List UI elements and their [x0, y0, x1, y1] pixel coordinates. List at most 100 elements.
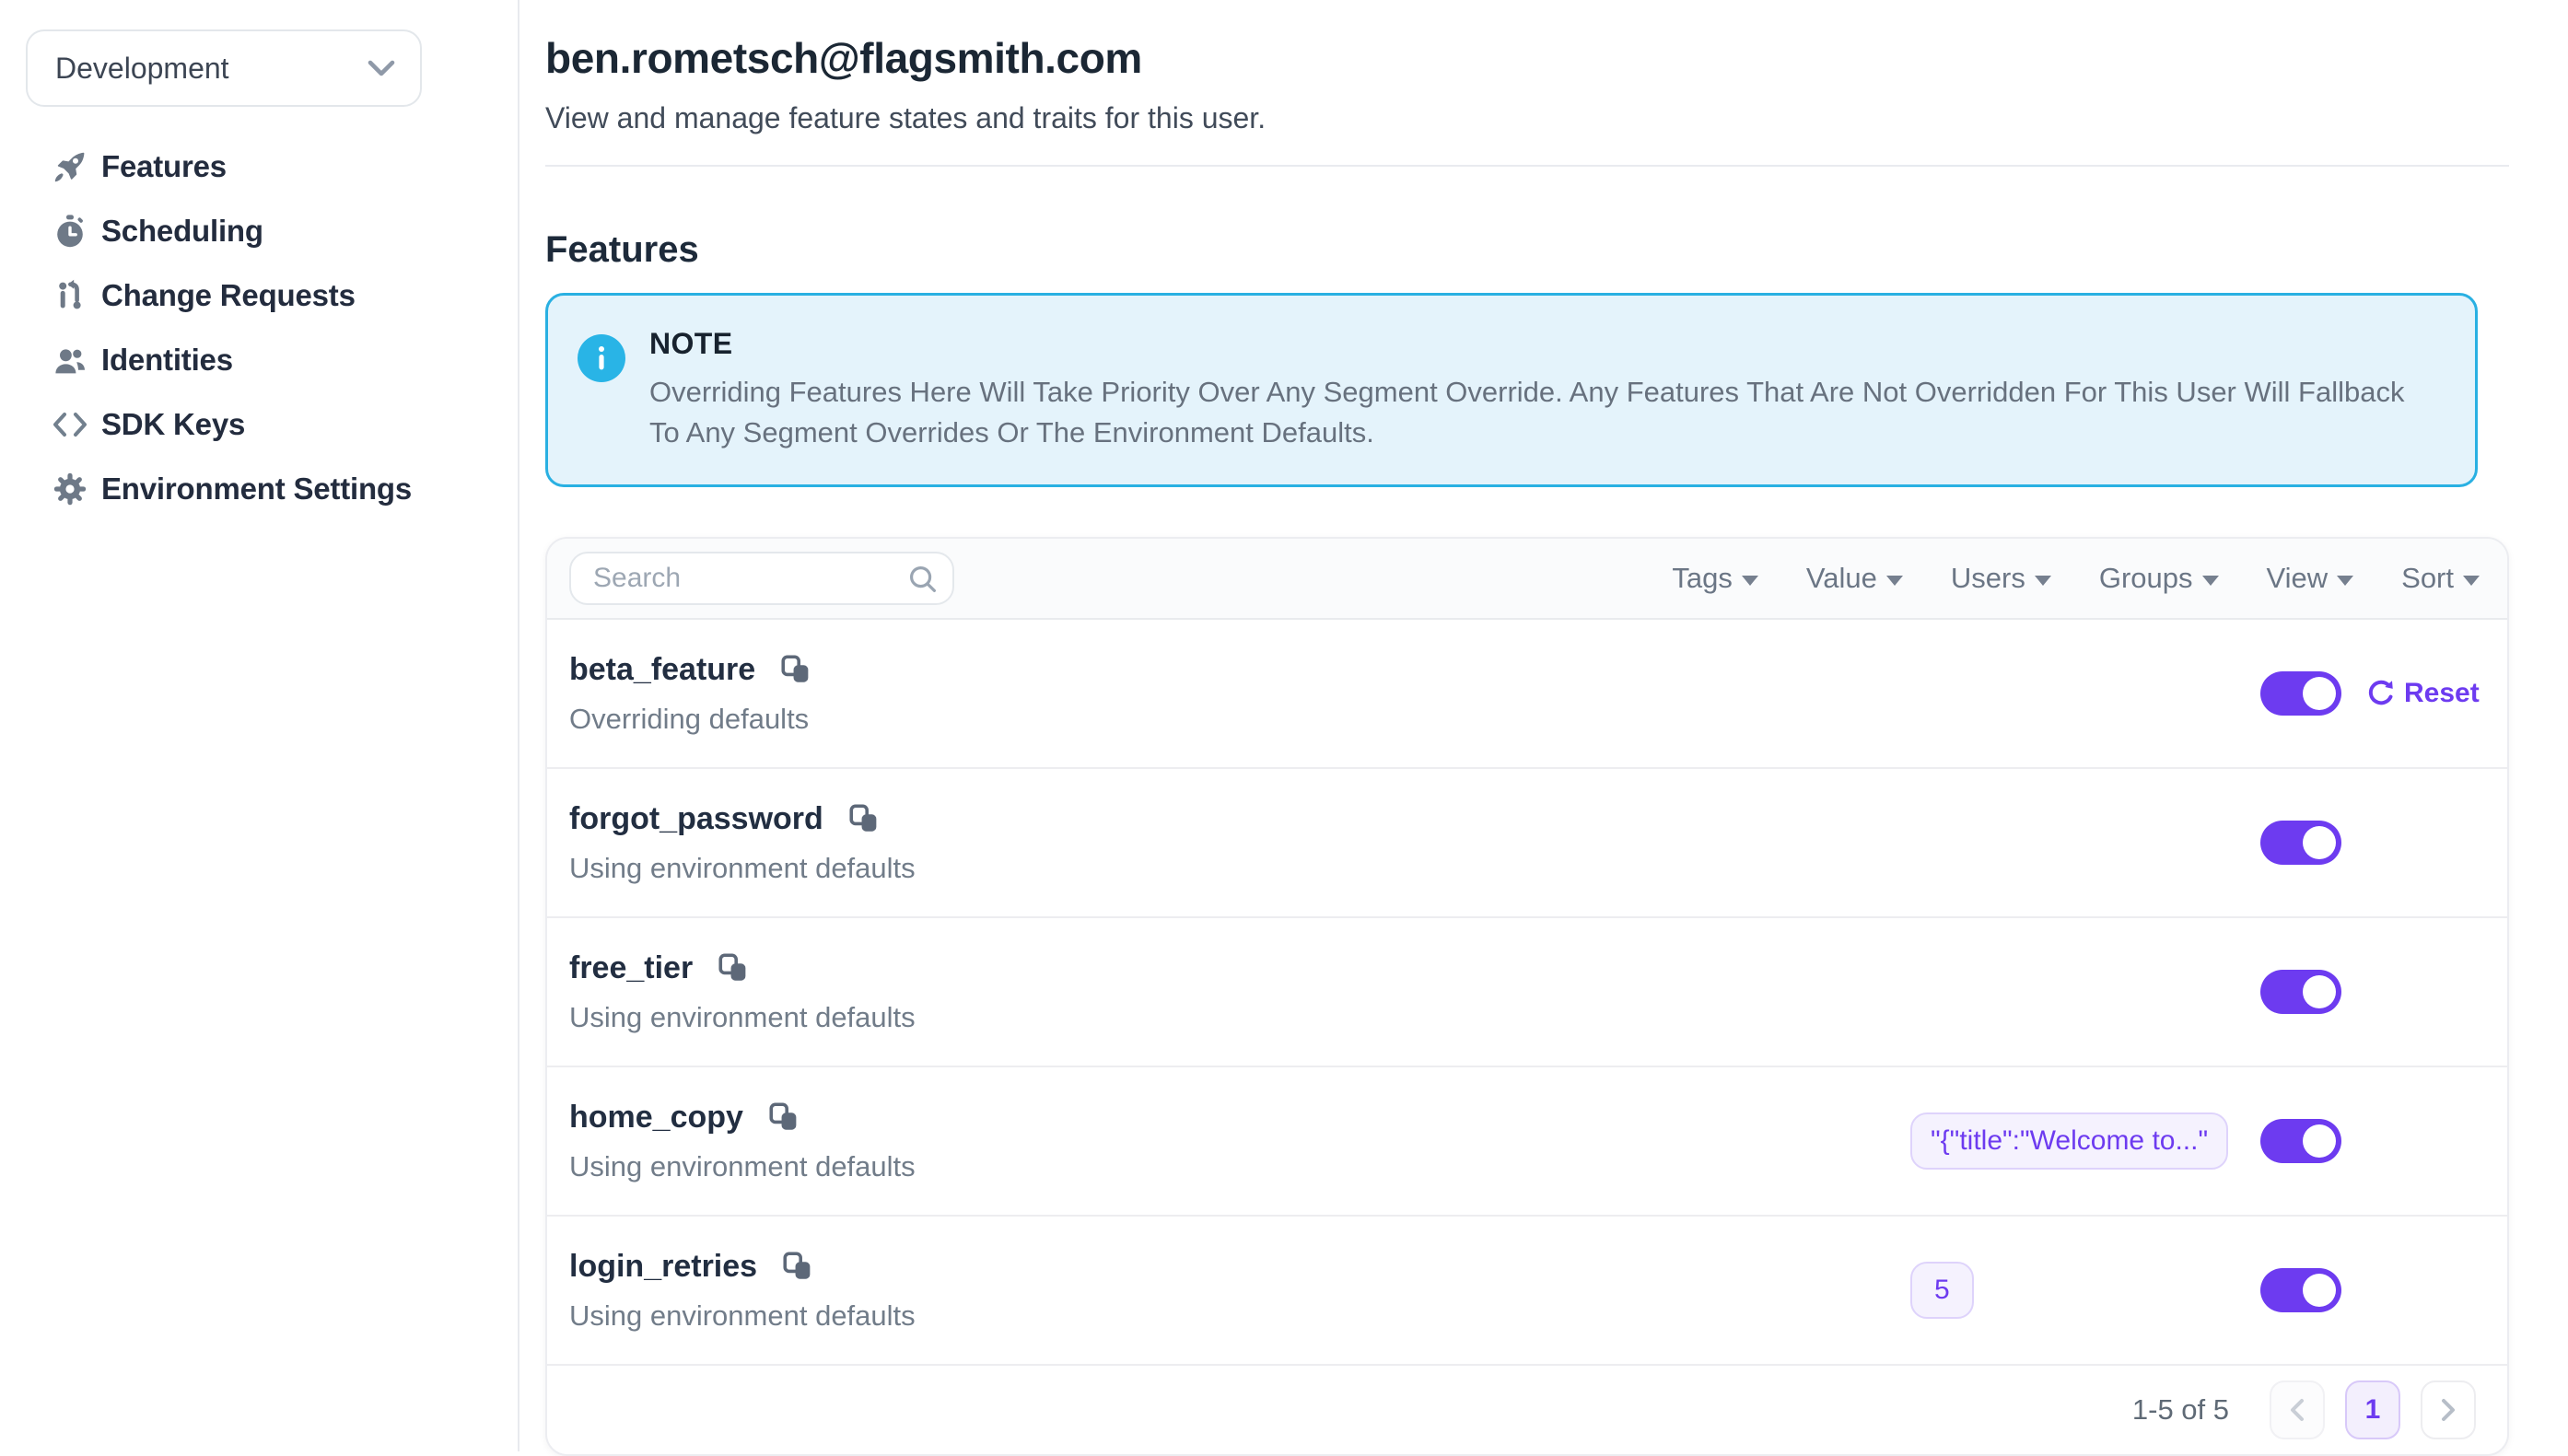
filter-view[interactable]: View [2267, 562, 2354, 595]
features-toolbar: Tags Value Users Groups View S [547, 539, 2507, 620]
copy-icon[interactable] [783, 1252, 812, 1281]
copy-icon[interactable] [849, 804, 879, 833]
next-page-button[interactable] [2421, 1380, 2476, 1439]
sidebar-item-features[interactable]: Features [0, 134, 518, 199]
pagination: 1-5 of 5 1 [547, 1366, 2507, 1454]
feature-name[interactable]: home_copy [569, 1100, 743, 1136]
prev-page-button[interactable] [2270, 1380, 2325, 1439]
filter-label: Users [1951, 562, 2025, 595]
feature-status: Using environment defaults [569, 852, 1910, 885]
feature-name[interactable]: free_tier [569, 950, 693, 986]
filter-users[interactable]: Users [1951, 562, 2051, 595]
sidebar-item-sdk-keys[interactable]: SDK Keys [0, 392, 518, 457]
sidebar-nav: Features Scheduling [0, 134, 518, 521]
search-icon [908, 565, 938, 601]
feature-toggle[interactable] [2260, 970, 2341, 1014]
header-divider [545, 165, 2509, 167]
main-content: ben.rometsch@flagsmith.com View and mana… [545, 0, 2509, 1456]
filter-sort[interactable]: Sort [2401, 562, 2480, 595]
environment-selector[interactable]: Development [26, 29, 422, 107]
rocket-icon [52, 148, 88, 185]
chevron-right-icon [2440, 1398, 2457, 1422]
chevron-down-icon [367, 59, 396, 77]
copy-icon[interactable] [769, 1102, 799, 1132]
caret-down-icon [1742, 576, 1758, 586]
note-body: Overriding Features Here Will Take Prior… [649, 372, 2422, 453]
sidebar-item-label: Scheduling [101, 214, 263, 249]
sidebar-item-change-requests[interactable]: Change Requests [0, 263, 518, 328]
feature-info: home_copy Using environment defaults [569, 1100, 1910, 1183]
change-requests-icon [52, 277, 88, 314]
filter-label: Tags [1672, 562, 1732, 595]
feature-row: forgot_password Using environment defaul… [547, 769, 2507, 918]
feature-status: Using environment defaults [569, 1150, 1910, 1183]
identities-icon [52, 342, 88, 379]
feature-toggle[interactable] [2260, 1119, 2341, 1163]
sidebar-item-identities[interactable]: Identities [0, 328, 518, 392]
feature-name[interactable]: forgot_password [569, 801, 823, 837]
gear-icon [52, 471, 88, 507]
feature-toggle[interactable] [2260, 671, 2341, 716]
caret-down-icon [2463, 576, 2480, 586]
feature-info: login_retries Using environment defaults [569, 1249, 1910, 1333]
caret-down-icon [2035, 576, 2051, 586]
feature-info: forgot_password Using environment defaul… [569, 801, 1910, 885]
reset-zone: Reset [2341, 678, 2485, 709]
feature-status: Using environment defaults [569, 1299, 1910, 1333]
pagination-summary: 1-5 of 5 [2132, 1393, 2229, 1427]
environment-selector-value: Development [55, 52, 367, 86]
feature-toggle[interactable] [2260, 1268, 2341, 1312]
filter-value[interactable]: Value [1806, 562, 1903, 595]
sidebar-item-label: SDK Keys [101, 407, 245, 442]
caret-down-icon [2337, 576, 2353, 586]
filter-groups[interactable]: Groups [2099, 562, 2219, 595]
sidebar-item-environment-settings[interactable]: Environment Settings [0, 457, 518, 521]
sidebar: Development Features [0, 0, 519, 1451]
feature-value-chip[interactable]: "{"title":"Welcome to..." [1910, 1112, 2228, 1170]
copy-icon[interactable] [718, 953, 748, 983]
feature-info: beta_feature Overriding defaults [569, 652, 1910, 736]
features-heading: Features [545, 229, 2509, 271]
sidebar-item-label: Identities [101, 343, 233, 378]
feature-value-chip[interactable]: 5 [1910, 1262, 1974, 1319]
app-root: Development Features [0, 0, 2568, 1451]
feature-row: beta_feature Overriding defaults [547, 620, 2507, 769]
feature-row: free_tier Using environment defaults [547, 918, 2507, 1067]
page-subtitle: View and manage feature states and trait… [545, 101, 2509, 135]
sidebar-item-label: Environment Settings [101, 472, 412, 507]
feature-status: Overriding defaults [569, 703, 1910, 736]
feature-row: home_copy Using environment defaults "{"… [547, 1067, 2507, 1217]
page-number-button[interactable]: 1 [2345, 1380, 2400, 1439]
filter-label: Sort [2401, 562, 2454, 595]
note-title: NOTE [649, 327, 2422, 361]
feature-name[interactable]: beta_feature [569, 652, 755, 688]
info-icon [578, 334, 625, 382]
chevron-left-icon [2289, 1398, 2305, 1422]
filter-label: View [2267, 562, 2329, 595]
reset-button[interactable]: Reset [2365, 678, 2480, 709]
feature-info: free_tier Using environment defaults [569, 950, 1910, 1034]
value-zone: 5 [1910, 1262, 2260, 1319]
copy-icon[interactable] [781, 655, 811, 684]
sidebar-item-scheduling[interactable]: Scheduling [0, 199, 518, 263]
filter-label: Value [1806, 562, 1877, 595]
stopwatch-icon [52, 213, 88, 250]
sidebar-item-label: Features [101, 149, 227, 184]
features-panel: Tags Value Users Groups View S [545, 537, 2509, 1456]
filter-tags[interactable]: Tags [1672, 562, 1757, 595]
filter-bar: Tags Value Users Groups View S [1672, 562, 2480, 595]
search-wrap [569, 552, 954, 605]
caret-down-icon [1886, 576, 1903, 586]
note-banner: NOTE Overriding Features Here Will Take … [545, 293, 2478, 487]
feature-toggle[interactable] [2260, 821, 2341, 865]
value-zone: "{"title":"Welcome to..." [1910, 1112, 2260, 1170]
feature-name[interactable]: login_retries [569, 1249, 757, 1285]
code-icon [52, 406, 88, 443]
page-title: ben.rometsch@flagsmith.com [545, 33, 2509, 83]
feature-status: Using environment defaults [569, 1001, 1910, 1034]
feature-row: login_retries Using environment defaults… [547, 1217, 2507, 1366]
note-text: NOTE Overriding Features Here Will Take … [649, 327, 2422, 453]
sidebar-item-label: Change Requests [101, 278, 356, 313]
filter-label: Groups [2099, 562, 2193, 595]
search-input[interactable] [569, 552, 954, 605]
